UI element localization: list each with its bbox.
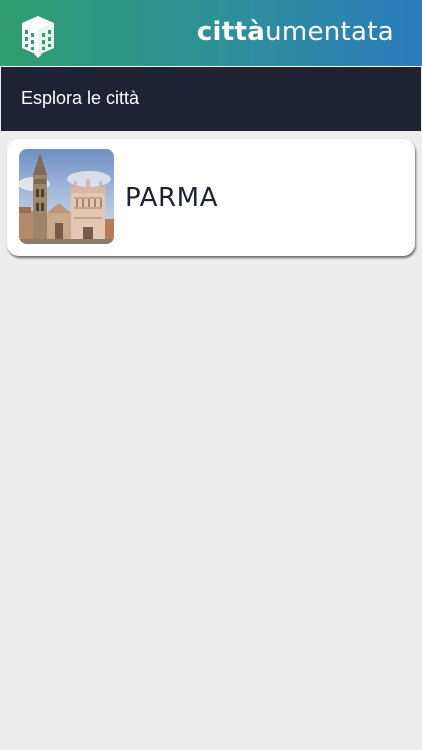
- parma-cathedral-baptistery-photo: [19, 149, 114, 244]
- building-ar-icon[interactable]: [20, 14, 56, 58]
- app-header: cittàumentata: [0, 0, 422, 66]
- brand-light: umentata: [265, 17, 394, 47]
- brand-bold: città: [196, 17, 266, 47]
- app-brand: cittàumentata: [197, 16, 394, 48]
- city-card-parma[interactable]: PARMA: [7, 139, 415, 256]
- city-name: PARMA: [125, 183, 219, 213]
- section-header: Esplora le città: [1, 66, 421, 131]
- section-title: Esplora le città: [21, 88, 140, 108]
